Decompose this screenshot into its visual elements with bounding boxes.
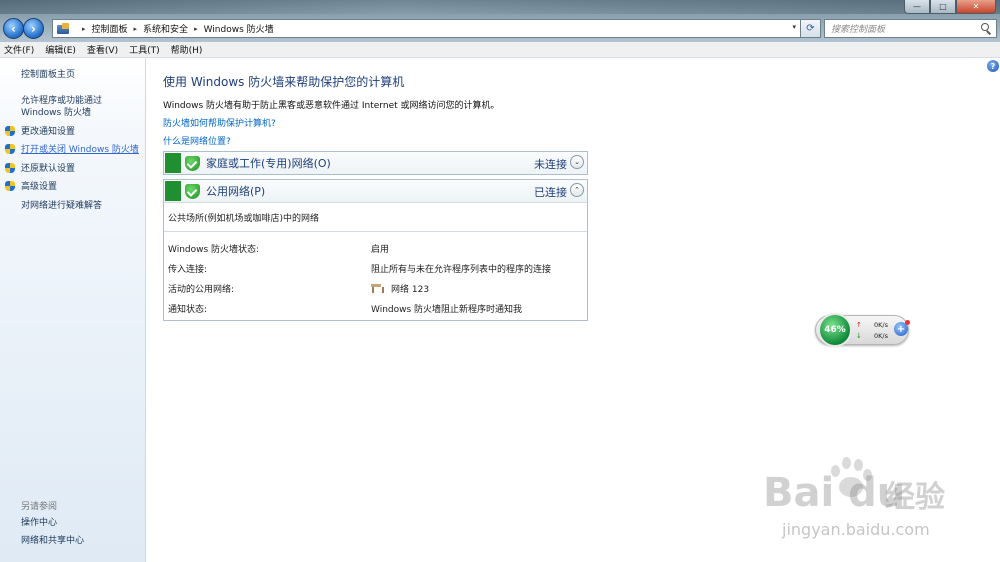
page-description: Windows 防火墙有助于防止黑客或恶意软件通过 Internet 或网络访问… [163,101,500,111]
public-network-header[interactable]: 公用网络(P) 已连接 ⌃ [164,180,587,202]
breadcrumb-separator[interactable]: ▸ [194,25,198,33]
close-button[interactable]: ✕ [956,0,996,14]
uac-shield-icon [5,144,16,155]
detail-row: 通知状态: Windows 防火墙阻止新程序时通知我 [164,298,587,318]
menu-help[interactable]: 帮助(H) [171,43,203,56]
public-network-subtitle: 公共场所(例如机场或咖啡店)中的网络 [164,202,587,231]
public-network-details: Windows 防火墙状态: 启用 传入连接: 阻止所有与未在允许程序列表中的程… [164,231,587,318]
gadget-expand-button[interactable]: + [894,320,910,336]
network-location-link[interactable]: 什么是网络位置? [163,134,231,147]
sidebar-item-allow-programs[interactable]: 允许程序或功能通过 Windows 防火墙 [21,95,145,119]
sidebar-item-advanced-settings[interactable]: 高级设置 [21,181,57,193]
public-network-panel: 公用网络(P) 已连接 ⌃ 公共场所(例如机场或咖啡店)中的网络 Windows… [163,179,588,321]
detail-row: 活动的公用网络: 网络 123 [164,278,587,298]
window-controls: — □ ✕ [904,0,996,14]
status-bar-green [165,181,181,201]
upload-speed: 0K/s [874,321,888,329]
breadcrumb-control-panel[interactable]: 控制面板 [92,22,128,35]
detail-row: Windows 防火墙状态: 启用 [164,238,587,258]
upload-arrow-icon: ↑ [856,321,862,329]
sidebar-home-link[interactable]: 控制面板主页 [21,69,75,81]
search-input[interactable]: 搜索控制面板 [824,19,997,38]
sidebar-item-notification-settings[interactable]: 更改通知设置 [21,126,75,138]
usage-gauge: 46% [818,313,852,347]
breadcrumb-separator[interactable]: ▸ [134,25,138,33]
menu-bar: 文件(F) 编辑(E) 查看(V) 工具(T) 帮助(H) [0,42,1000,58]
shield-check-icon [185,155,200,171]
see-also-heading: 另请参阅 [21,502,58,512]
home-network-status: 未连接 [534,158,567,171]
uac-shield-icon [5,126,16,137]
breadcrumb-separator: ▸ [82,24,86,33]
menu-tools[interactable]: 工具(T) [129,43,160,56]
minimize-button[interactable]: — [904,0,930,14]
menu-edit[interactable]: 编辑(E) [45,43,76,56]
address-dropdown-icon[interactable]: ▾ [792,23,796,31]
public-network-bench-icon [371,283,384,293]
detail-row: 传入连接: 阻止所有与未在允许程序列表中的程序的连接 [164,258,587,278]
status-bar-green [165,153,181,173]
shield-check-icon [185,183,200,199]
download-arrow-icon: ↓ [856,332,862,340]
sidebar-item-troubleshoot[interactable]: 对网络进行疑难解答 [21,200,102,212]
sidebar-item-turn-on-off[interactable]: 打开或关闭 Windows 防火墙 [21,144,139,156]
public-network-status: 已连接 [534,186,567,199]
detail-label: 活动的公用网络: [168,284,235,295]
watermark-brand: Bai du [763,470,906,516]
home-network-header[interactable]: 家庭或工作(专用)网络(O) 未连接 ⌄ [164,152,587,174]
detail-value: 阻止所有与未在允许程序列表中的程序的连接 [371,264,552,275]
uac-shield-icon [5,163,16,174]
search-placeholder: 搜索控制面板 [831,25,886,35]
expand-chevron-icon[interactable]: ⌄ [570,155,584,169]
detail-value: 启用 [371,244,390,255]
public-network-name: 公用网络(P) [206,185,266,198]
detail-label: Windows 防火墙状态: [168,244,260,255]
active-network-name: 网络 123 [391,284,430,295]
detail-value-network: 网络 123 [371,282,429,295]
network-monitor-gadget[interactable]: 46% ↑ ↓ 0K/s 0K/s + [815,313,910,347]
refresh-icon: ⟳ [806,23,815,34]
detail-value: Windows 防火墙阻止新程序时通知我 [371,304,523,315]
control-panel-icon [57,22,70,35]
watermark-url: jingyan.baidu.com [782,520,930,539]
forward-arrow-icon: › [31,21,36,36]
forward-button[interactable]: › [23,18,44,39]
how-firewall-helps-link[interactable]: 防火墙如何帮助保护计算机? [163,116,276,129]
menu-file[interactable]: 文件(F) [4,43,34,56]
search-icon[interactable] [981,23,992,34]
see-also-action-center[interactable]: 操作中心 [21,517,57,529]
menu-view[interactable]: 查看(V) [87,43,118,56]
breadcrumb-system-security[interactable]: 系统和安全 [143,22,188,35]
breadcrumb-windows-firewall[interactable]: Windows 防火墙 [204,22,274,35]
home-network-name: 家庭或工作(专用)网络(O) [206,157,331,170]
watermark-brand-zh: 经验 [885,480,945,515]
uac-shield-icon [5,181,16,192]
collapse-chevron-icon[interactable]: ⌃ [570,183,584,197]
address-bar[interactable]: ▸ 控制面板 ▸ 系统和安全 ▸ Windows 防火墙 ▾ [52,19,801,38]
sidebar-item-restore-defaults[interactable]: 还原默认设置 [21,163,75,175]
download-speed: 0K/s [874,332,888,340]
back-arrow-icon: ‹ [11,21,16,36]
detail-label: 通知状态: [168,304,208,315]
home-network-panel: 家庭或工作(专用)网络(O) 未连接 ⌄ [163,151,588,175]
see-also-network-sharing[interactable]: 网络和共享中心 [21,535,84,547]
maximize-button[interactable]: □ [930,0,956,14]
refresh-button[interactable]: ⟳ [801,19,821,38]
back-button[interactable]: ‹ [3,18,24,39]
help-icon[interactable]: ? [987,60,999,72]
sidebar: 控制面板主页 允许程序或功能通过 Windows 防火墙 更改通知设置 打开或关… [0,58,146,562]
page-title: 使用 Windows 防火墙来帮助保护您的计算机 [163,75,405,89]
title-bar: — □ ✕ ‹ › ▸ 控制面板 ▸ 系统和安全 ▸ Windows 防火墙 ▾… [0,0,1000,42]
detail-label: 传入连接: [168,264,208,275]
